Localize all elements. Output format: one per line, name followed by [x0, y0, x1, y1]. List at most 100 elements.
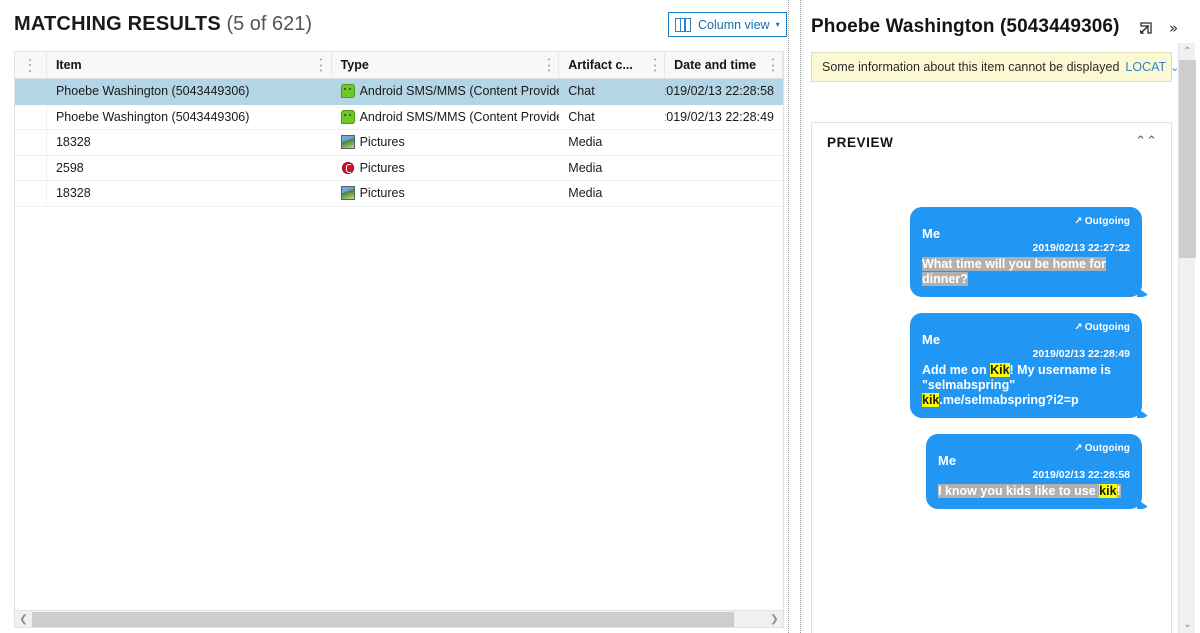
chevron-down-icon: ▾ [776, 20, 780, 29]
cell-text-item: 2598 [56, 161, 84, 175]
row-gutter [15, 105, 47, 130]
results-header: MATCHING RESULTS (5 of 621) Column view … [0, 0, 787, 46]
detail-title: Phoebe Washington (5043449306) [811, 16, 1120, 38]
message-row: ↗OutgoingMe2019/02/13 22:28:49Add me on … [812, 313, 1172, 418]
table-header-item[interactable]: Item [47, 52, 332, 78]
cell-date [665, 156, 783, 181]
cell-date [665, 130, 783, 155]
message-text-segment: Add me on [922, 363, 990, 377]
collapse-preview-icon[interactable]: ⌃⌃ [1135, 134, 1157, 149]
message-text: What time will you be home for dinner? [922, 257, 1130, 287]
cell-text-type: Pictures [360, 135, 405, 149]
scroll-up-arrow-icon[interactable]: ⌃ [1179, 43, 1196, 60]
horizontal-scroll-track[interactable] [32, 612, 766, 627]
cell-text-artifact: Media [568, 186, 602, 200]
table-row[interactable]: Phoebe Washington (5043449306) Android SM… [15, 79, 783, 105]
table-row[interactable]: Phoebe Washington (5043449306) Android SM… [15, 105, 783, 131]
message-bubble[interactable]: ↗OutgoingMe2019/02/13 22:28:58I know you… [926, 434, 1142, 509]
columns-icon [675, 18, 691, 32]
outgoing-arrow-icon: ↗ [1074, 322, 1082, 333]
scroll-down-arrow-icon[interactable]: ⌄ [1179, 616, 1196, 633]
pane-splitter-right[interactable] [800, 0, 801, 633]
preview-card: PREVIEW ⌃⌃ ↗OutgoingMe2019/02/13 22:27:2… [811, 122, 1172, 633]
selected-text: I know you kids like to use [938, 484, 1099, 498]
search-highlight: kik [922, 393, 939, 407]
cell-type: Pictures [332, 156, 560, 181]
scroll-left-arrow-icon[interactable]: ❮ [15, 612, 32, 627]
message-direction-label: Outgoing [1085, 216, 1130, 227]
table-header-type[interactable]: Type [332, 52, 560, 78]
vertical-scroll-thumb[interactable] [1179, 60, 1196, 258]
cell-text-type: Pictures [360, 186, 405, 200]
cell-item: 18328 [47, 130, 332, 155]
column-view-label: Column view [698, 18, 770, 32]
cell-type: Pictures [332, 130, 560, 155]
detail-vertical-scrollbar[interactable]: ⌃ ⌄ [1178, 43, 1195, 633]
column-menu-icon[interactable] [320, 59, 323, 72]
table-header-label-type: Type [341, 58, 389, 72]
message-row: ↗OutgoingMe2019/02/13 22:27:22 What time … [812, 207, 1172, 297]
table-row[interactable]: 2598 Pictures Media [15, 156, 783, 182]
message-direction-label: Outgoing [1085, 322, 1130, 333]
cell-text-item: Phoebe Washington (5043449306) [56, 110, 249, 124]
pane-splitter-left[interactable] [788, 0, 789, 633]
cell-artifact: Chat [559, 79, 665, 104]
outgoing-arrow-icon: ↗ [1074, 216, 1082, 227]
message-text-segment: .me/selmabspring?i2=p [939, 393, 1078, 407]
row-gutter [15, 181, 47, 206]
table-header-artifact[interactable]: Artifact c... [559, 52, 665, 78]
cell-artifact: Media [559, 181, 665, 206]
cell-type: Android SMS/MMS (Content Provider) [332, 79, 560, 104]
message-timestamp: 2019/02/13 22:27:22 [922, 242, 1130, 254]
table-row[interactable]: 18328PicturesMedia [15, 181, 783, 207]
cell-text-type: Android SMS/MMS (Content Provider) [360, 84, 560, 98]
horizontal-scrollbar[interactable]: ❮ ❯ [14, 611, 784, 628]
cell-text-artifact: Chat [568, 84, 594, 98]
scroll-right-arrow-icon[interactable]: ❯ [766, 612, 783, 627]
info-banner: Some information about this item cannot … [811, 52, 1172, 82]
table-header-date[interactable]: Date and time [665, 52, 783, 78]
detail-pane: Phoebe Washington (5043449306) » Some in… [802, 0, 1200, 633]
cell-item: Phoebe Washington (5043449306) [47, 79, 332, 104]
pin-window-icon[interactable] [1137, 21, 1153, 37]
row-gutter [15, 130, 47, 155]
message-row: ↗OutgoingMe2019/02/13 22:28:58I know you… [812, 434, 1172, 509]
message-timestamp: 2019/02/13 22:28:49 [922, 348, 1130, 360]
cell-item: Phoebe Washington (5043449306) [47, 105, 332, 130]
table-row[interactable]: 18328 Pictures Media [15, 130, 783, 156]
cell-item: 2598 [47, 156, 332, 181]
column-view-button[interactable]: Column view ▾ [668, 12, 787, 37]
message-list: ↗OutgoingMe2019/02/13 22:27:22What time … [812, 207, 1172, 525]
search-highlight: Kik [990, 363, 1009, 377]
cell-type: Pictures [332, 181, 560, 206]
search-highlight: kik [1099, 484, 1116, 498]
expand-panel-icon[interactable]: » [1169, 19, 1178, 37]
matching-results-pane: MATCHING RESULTS (5 of 621) Column view … [0, 0, 787, 633]
page-title-count: (5 of 621) [226, 13, 312, 35]
row-gutter [15, 156, 47, 181]
column-menu-icon[interactable] [771, 59, 774, 72]
cell-text-type: Android SMS/MMS (Content Provider) [360, 110, 560, 124]
column-menu-icon[interactable] [29, 59, 32, 72]
column-menu-icon[interactable] [653, 59, 656, 72]
message-sender: Me [922, 332, 1130, 347]
horizontal-scroll-thumb[interactable] [32, 612, 734, 627]
application-window: MATCHING RESULTS (5 of 621) Column view … [0, 0, 1200, 633]
cell-artifact: Media [559, 130, 665, 155]
message-bubble[interactable]: ↗OutgoingMe2019/02/13 22:27:22 What time … [910, 207, 1142, 297]
table-header-gutter[interactable] [15, 52, 47, 78]
selected-text: What time will you be home for dinner? [922, 257, 1106, 286]
cell-artifact: Chat [559, 105, 665, 130]
cell-text-type: Pictures [360, 161, 405, 175]
column-menu-icon[interactable] [547, 59, 550, 72]
cell-date: 2019/02/13 22:28:58 [665, 79, 783, 104]
cell-date [665, 181, 783, 206]
message-sender: Me [938, 453, 1130, 468]
message-sender: Me [922, 226, 1130, 241]
cell-artifact: Media [559, 156, 665, 181]
table-header-label-artifact: Artifact c... [568, 58, 653, 72]
picture-icon [341, 135, 355, 149]
picture-icon [341, 186, 355, 200]
message-bubble[interactable]: ↗OutgoingMe2019/02/13 22:28:49Add me on … [910, 313, 1142, 418]
locat-link[interactable]: LOCAT [1125, 60, 1166, 74]
